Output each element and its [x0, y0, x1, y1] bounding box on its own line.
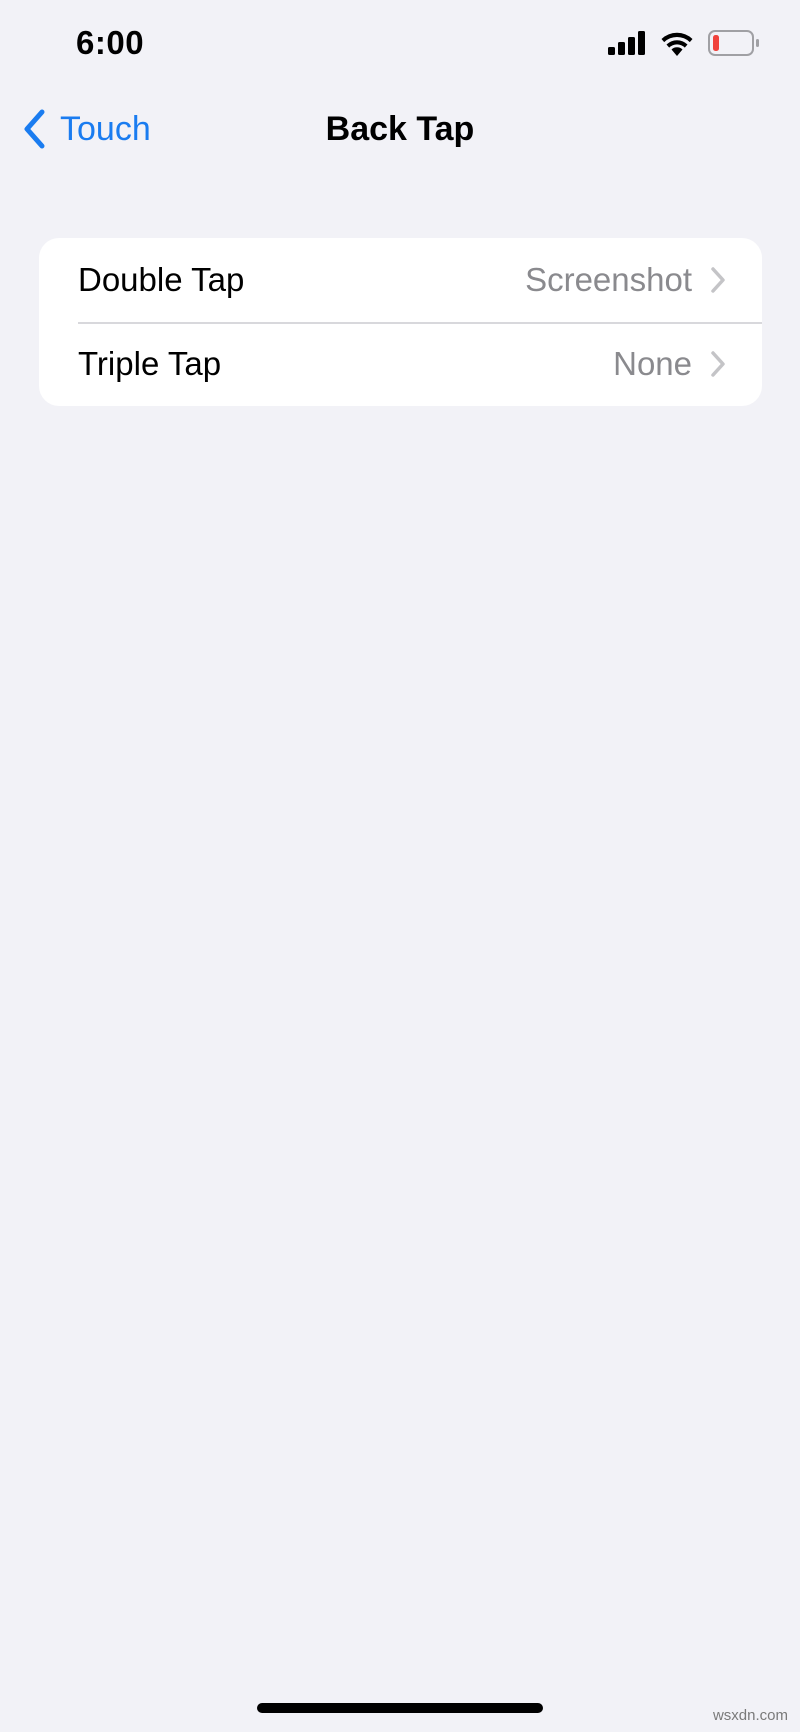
- double-tap-value: Screenshot: [525, 261, 692, 298]
- status-bar: 6:00: [0, 0, 800, 90]
- navigation-bar: Touch Back Tap: [0, 90, 800, 166]
- triple-tap-label: Triple Tap: [78, 345, 222, 382]
- home-indicator[interactable]: [257, 1703, 543, 1713]
- chevron-right-icon: [711, 351, 725, 377]
- page-title: Back Tap: [325, 110, 475, 148]
- status-icons: [608, 30, 760, 56]
- wifi-icon: [661, 32, 693, 56]
- triple-tap-value: None: [613, 345, 692, 382]
- status-time: 6:00: [76, 24, 145, 61]
- double-tap-label: Double Tap: [78, 261, 245, 298]
- battery-low-icon: [708, 30, 759, 56]
- back-tap-settings-group: Double Tap Screenshot Triple Tap None: [39, 238, 762, 406]
- chevron-right-icon: [711, 267, 725, 293]
- watermark: wsxdn.com: [712, 1707, 788, 1724]
- cellular-signal-icon: [608, 31, 645, 55]
- triple-tap-row[interactable]: Triple Tap None: [39, 322, 762, 406]
- double-tap-row[interactable]: Double Tap Screenshot: [39, 238, 762, 322]
